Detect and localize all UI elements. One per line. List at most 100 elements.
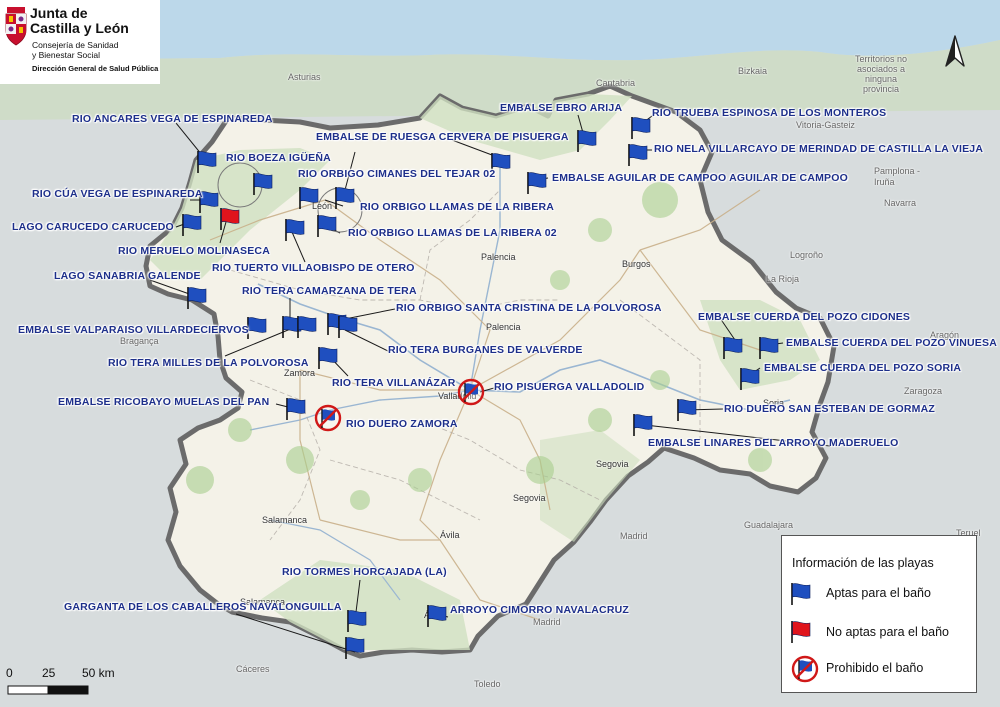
beach-label[interactable]: LAGO CARUCEDO CARUCEDO <box>12 221 174 233</box>
legend-title: Información de las playas <box>792 556 934 570</box>
beach-label[interactable]: ARROYO CIMORRO NAVALACRUZ <box>450 604 629 616</box>
blue-flag-icon[interactable] <box>426 604 448 628</box>
beach-label[interactable]: EMBALSE DE RUESGA CERVERA DE PISUERGA <box>316 131 569 143</box>
beach-label[interactable]: RIO DUERO ZAMORA <box>346 418 458 430</box>
blue-flag-icon[interactable] <box>298 186 320 210</box>
place-label: Logroño <box>790 250 824 260</box>
place-label: Burgos <box>622 259 651 269</box>
beach-label[interactable]: RIO BOEZA IGÜEÑA <box>226 152 331 164</box>
beach-label[interactable]: LAGO SANABRIA GALENDE <box>54 270 201 282</box>
beach-label[interactable]: EMBALSE CUERDA DEL POZO VINUESA <box>786 337 997 349</box>
beach-label[interactable]: EMBALSE RICOBAYO MUELAS DEL PAN <box>58 396 269 408</box>
blue-flag-icon[interactable] <box>186 286 208 310</box>
blue-flag-icon[interactable] <box>316 214 338 238</box>
legend-item-label: No aptas para el baño <box>826 625 950 639</box>
department-name: Consejería de Sanidad <box>32 40 119 50</box>
blue-flag-icon[interactable] <box>632 413 654 437</box>
legend-item-label: Prohibido el baño <box>826 661 924 675</box>
place-label: Asturias <box>288 72 321 82</box>
blue-flag-icon[interactable] <box>284 218 306 242</box>
beach-label[interactable]: EMBALSE VALPARAISO VILLARDECIERVOS <box>18 324 249 336</box>
place-label: Vitoria-Gasteiz <box>796 120 855 130</box>
place-label: Bizkaia <box>738 66 768 76</box>
place-label: Guadalajara <box>744 520 794 530</box>
place-label: Toledo <box>474 679 501 689</box>
place-label: Pamplona - Iruña <box>874 166 921 187</box>
scale-tick-label: 0 <box>6 666 13 680</box>
beach-label[interactable]: EMBALSE CUERDA DEL POZO SORIA <box>764 362 961 374</box>
blue-flag-icon <box>790 582 812 606</box>
beach-label[interactable]: RIO ORBIGO LLAMAS DE LA RIBERA <box>360 201 554 213</box>
place-label: Zaragoza <box>904 386 943 396</box>
place-label: Territorios no asociados a ninguna provi… <box>854 54 908 94</box>
blue-flag-icon[interactable] <box>722 336 744 360</box>
blue-flag-icon[interactable] <box>630 116 652 140</box>
place-label: La Rioja <box>766 274 800 284</box>
blue-flag-icon[interactable] <box>246 316 268 340</box>
beach-label[interactable]: RIO MERUELO MOLINASECA <box>118 245 270 257</box>
beach-label[interactable]: EMBALSE CUERDA DEL POZO CIDONES <box>698 311 910 323</box>
beach-label[interactable]: RIO ORBIGO CIMANES DEL TEJAR 02 <box>298 168 495 180</box>
blue-flag-icon[interactable] <box>337 315 359 339</box>
org-name-2: Castilla y León <box>30 20 129 36</box>
place-label: Salamanca <box>262 515 308 525</box>
beach-label[interactable]: GARGANTA DE LOS CABALLEROS NAVALONGUILLA <box>64 601 342 613</box>
blue-flag-icon[interactable] <box>317 346 339 370</box>
beach-label[interactable]: EMBALSE AGUILAR DE CAMPOO AGUILAR DE CAM… <box>552 172 848 184</box>
blue-flag-icon[interactable] <box>344 636 366 660</box>
place-label: Navarra <box>884 198 917 208</box>
coat-of-arms-logo <box>5 7 27 46</box>
beach-label[interactable]: EMBALSE EBRO ARIJA <box>500 102 622 114</box>
prohibited-icon[interactable] <box>313 403 343 433</box>
beach-label[interactable]: RIO TRUEBA ESPINOSA DE LOS MONTEROS <box>652 107 886 119</box>
blue-flag-icon[interactable] <box>758 336 780 360</box>
blue-flag-icon[interactable] <box>296 315 318 339</box>
blue-flag-icon[interactable] <box>334 186 356 210</box>
beach-label[interactable]: RIO TERA CAMARZANA DE TERA <box>242 285 417 297</box>
blue-flag-icon[interactable] <box>526 171 548 195</box>
blue-flag-icon[interactable] <box>285 397 307 421</box>
blue-flag-icon[interactable] <box>676 398 698 422</box>
blue-flag-icon[interactable] <box>346 609 368 633</box>
beach-label[interactable]: RIO TERA MILLES DE LA POLVOROSA <box>108 357 309 369</box>
place-label: Madrid <box>533 617 561 627</box>
beach-label[interactable]: RIO TORMES HORCAJADA (LA) <box>282 566 447 578</box>
blue-flag-icon[interactable] <box>627 143 649 167</box>
place-label: Cantabria <box>596 78 636 88</box>
prohibited-icon <box>790 654 820 684</box>
beach-label[interactable]: RIO TERA BURGANES DE VALVERDE <box>388 344 583 356</box>
place-label: Cáceres <box>236 664 270 674</box>
beach-label[interactable]: RIO TERA VILLANÁZAR <box>332 377 456 389</box>
beach-label[interactable]: RIO CÚA VEGA DE ESPINAREDA <box>32 188 203 200</box>
department-name-2: y Bienestar Social <box>32 50 101 60</box>
org-name: Junta de <box>30 5 88 21</box>
red-flag-icon[interactable] <box>219 207 241 231</box>
beach-label[interactable]: RIO ORBIGO LLAMAS DE LA RIBERA 02 <box>348 227 557 239</box>
beach-label[interactable]: RIO ANCARES VEGA DE ESPINAREDA <box>72 113 273 125</box>
beach-label[interactable]: RIO NELA VILLARCAYO DE MERINDAD DE CASTI… <box>654 143 983 155</box>
north-arrow-icon <box>945 35 965 67</box>
scale-bar: 0 25 50 km <box>6 664 146 702</box>
beach-label[interactable]: RIO PISUERGA VALLADOLID <box>494 381 644 393</box>
scale-bar-graphic <box>7 685 89 695</box>
blue-flag-icon[interactable] <box>576 129 598 153</box>
directorate-name: Dirección General de Salud Pública <box>32 64 159 73</box>
legend-item-label: Aptas para el baño <box>826 586 931 600</box>
blue-flag-icon[interactable] <box>252 172 274 196</box>
place-label: Palencia <box>486 322 521 332</box>
beach-label[interactable]: RIO TUERTO VILLAOBISPO DE OTERO <box>212 262 415 274</box>
place-label: Madrid <box>620 531 648 541</box>
prohibited-icon[interactable] <box>456 377 486 407</box>
red-flag-icon <box>790 620 812 644</box>
blue-flag-icon[interactable] <box>196 150 218 174</box>
place-label: Segovia <box>513 493 546 503</box>
place-label: Ávila <box>440 530 460 540</box>
place-label: Bragança <box>120 336 159 346</box>
beach-label[interactable]: RIO DUERO SAN ESTEBAN DE GORMAZ <box>724 403 935 415</box>
blue-flag-icon[interactable] <box>739 367 761 391</box>
blue-flag-icon[interactable] <box>181 213 203 237</box>
beach-label[interactable]: EMBALSE LINARES DEL ARROYO MADERUELO <box>648 437 898 449</box>
place-label: Zamora <box>284 368 316 378</box>
scale-tick-label: 25 <box>42 666 56 680</box>
beach-label[interactable]: RIO ORBIGO SANTA CRISTINA DE LA POLVOROS… <box>396 302 662 314</box>
